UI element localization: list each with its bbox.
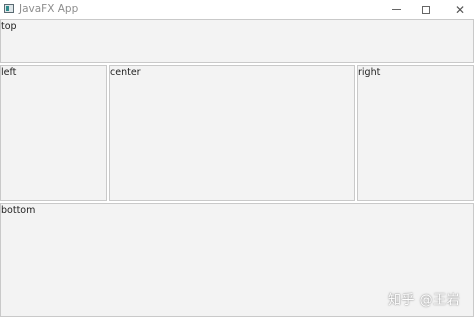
app-icon xyxy=(4,4,14,13)
close-icon: ✕ xyxy=(454,2,466,17)
top-pane: top xyxy=(0,19,474,63)
right-pane: right xyxy=(357,65,474,201)
close-button[interactable]: ✕ xyxy=(440,0,474,19)
watermark-text: 知乎 @王岩 xyxy=(388,293,461,308)
left-label: left xyxy=(1,67,17,78)
center-pane: center xyxy=(109,65,355,201)
maximize-icon xyxy=(422,5,430,14)
right-label: right xyxy=(358,67,381,78)
center-label: center xyxy=(110,67,141,78)
bottom-label: bottom xyxy=(1,205,36,216)
window-title: JavaFX App xyxy=(19,3,79,15)
window-titlebar[interactable]: JavaFX App ✕ xyxy=(0,0,474,19)
minimize-icon xyxy=(391,9,401,10)
left-pane: left xyxy=(0,65,107,201)
top-label: top xyxy=(1,21,17,32)
